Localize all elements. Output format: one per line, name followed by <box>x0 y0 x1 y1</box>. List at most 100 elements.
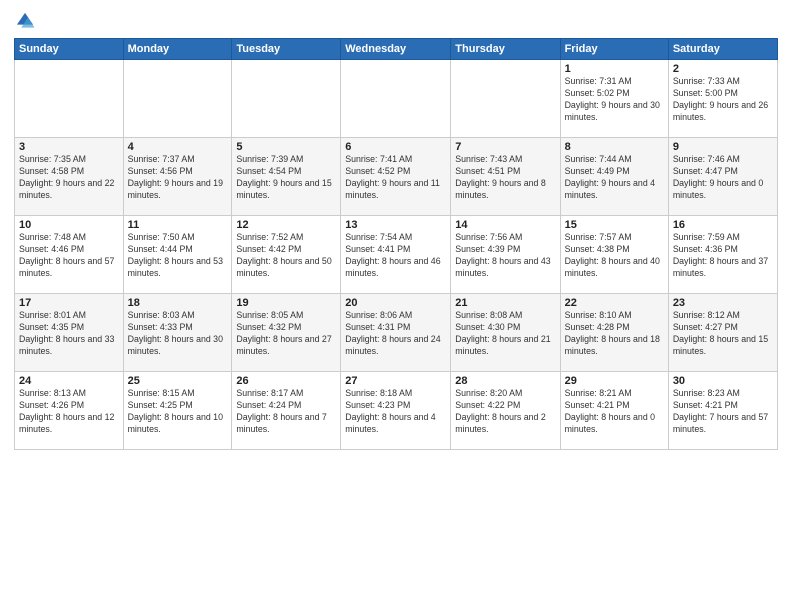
day-number: 20 <box>345 297 446 309</box>
day-number: 30 <box>673 375 773 387</box>
day-info: Sunrise: 7:59 AM Sunset: 4:36 PM Dayligh… <box>673 232 773 280</box>
calendar-cell <box>341 60 451 138</box>
day-info: Sunrise: 7:43 AM Sunset: 4:51 PM Dayligh… <box>455 154 555 202</box>
day-info: Sunrise: 7:35 AM Sunset: 4:58 PM Dayligh… <box>19 154 119 202</box>
calendar-cell: 6Sunrise: 7:41 AM Sunset: 4:52 PM Daylig… <box>341 138 451 216</box>
day-info: Sunrise: 7:52 AM Sunset: 4:42 PM Dayligh… <box>236 232 336 280</box>
header <box>14 10 778 32</box>
calendar-cell <box>232 60 341 138</box>
logo-icon <box>14 10 36 32</box>
day-info: Sunrise: 7:44 AM Sunset: 4:49 PM Dayligh… <box>565 154 664 202</box>
page: SundayMondayTuesdayWednesdayThursdayFrid… <box>0 0 792 612</box>
calendar-cell: 3Sunrise: 7:35 AM Sunset: 4:58 PM Daylig… <box>15 138 124 216</box>
calendar-cell: 23Sunrise: 8:12 AM Sunset: 4:27 PM Dayli… <box>668 294 777 372</box>
day-info: Sunrise: 8:03 AM Sunset: 4:33 PM Dayligh… <box>128 310 228 358</box>
calendar-cell <box>15 60 124 138</box>
day-info: Sunrise: 7:46 AM Sunset: 4:47 PM Dayligh… <box>673 154 773 202</box>
weekday-header: Friday <box>560 39 668 60</box>
day-number: 19 <box>236 297 336 309</box>
calendar-cell: 30Sunrise: 8:23 AM Sunset: 4:21 PM Dayli… <box>668 372 777 450</box>
calendar-cell: 25Sunrise: 8:15 AM Sunset: 4:25 PM Dayli… <box>123 372 232 450</box>
day-number: 23 <box>673 297 773 309</box>
day-number: 9 <box>673 141 773 153</box>
day-info: Sunrise: 8:21 AM Sunset: 4:21 PM Dayligh… <box>565 388 664 436</box>
day-number: 27 <box>345 375 446 387</box>
day-info: Sunrise: 8:13 AM Sunset: 4:26 PM Dayligh… <box>19 388 119 436</box>
calendar-cell: 29Sunrise: 8:21 AM Sunset: 4:21 PM Dayli… <box>560 372 668 450</box>
day-info: Sunrise: 8:18 AM Sunset: 4:23 PM Dayligh… <box>345 388 446 436</box>
day-number: 24 <box>19 375 119 387</box>
day-number: 29 <box>565 375 664 387</box>
day-number: 18 <box>128 297 228 309</box>
day-info: Sunrise: 8:12 AM Sunset: 4:27 PM Dayligh… <box>673 310 773 358</box>
day-number: 3 <box>19 141 119 153</box>
day-info: Sunrise: 7:37 AM Sunset: 4:56 PM Dayligh… <box>128 154 228 202</box>
day-number: 15 <box>565 219 664 231</box>
calendar-cell: 4Sunrise: 7:37 AM Sunset: 4:56 PM Daylig… <box>123 138 232 216</box>
calendar-cell: 9Sunrise: 7:46 AM Sunset: 4:47 PM Daylig… <box>668 138 777 216</box>
day-number: 11 <box>128 219 228 231</box>
day-number: 7 <box>455 141 555 153</box>
logo <box>14 10 38 32</box>
day-info: Sunrise: 8:17 AM Sunset: 4:24 PM Dayligh… <box>236 388 336 436</box>
day-number: 28 <box>455 375 555 387</box>
day-info: Sunrise: 8:08 AM Sunset: 4:30 PM Dayligh… <box>455 310 555 358</box>
day-info: Sunrise: 7:56 AM Sunset: 4:39 PM Dayligh… <box>455 232 555 280</box>
calendar-week-row: 24Sunrise: 8:13 AM Sunset: 4:26 PM Dayli… <box>15 372 778 450</box>
calendar-cell: 8Sunrise: 7:44 AM Sunset: 4:49 PM Daylig… <box>560 138 668 216</box>
calendar-cell: 26Sunrise: 8:17 AM Sunset: 4:24 PM Dayli… <box>232 372 341 450</box>
day-number: 13 <box>345 219 446 231</box>
calendar-cell: 10Sunrise: 7:48 AM Sunset: 4:46 PM Dayli… <box>15 216 124 294</box>
calendar-week-row: 1Sunrise: 7:31 AM Sunset: 5:02 PM Daylig… <box>15 60 778 138</box>
calendar-cell: 28Sunrise: 8:20 AM Sunset: 4:22 PM Dayli… <box>451 372 560 450</box>
day-info: Sunrise: 7:41 AM Sunset: 4:52 PM Dayligh… <box>345 154 446 202</box>
day-info: Sunrise: 7:54 AM Sunset: 4:41 PM Dayligh… <box>345 232 446 280</box>
calendar-cell: 22Sunrise: 8:10 AM Sunset: 4:28 PM Dayli… <box>560 294 668 372</box>
day-number: 8 <box>565 141 664 153</box>
calendar-cell: 14Sunrise: 7:56 AM Sunset: 4:39 PM Dayli… <box>451 216 560 294</box>
day-number: 17 <box>19 297 119 309</box>
weekday-header: Tuesday <box>232 39 341 60</box>
day-number: 22 <box>565 297 664 309</box>
calendar-cell: 16Sunrise: 7:59 AM Sunset: 4:36 PM Dayli… <box>668 216 777 294</box>
day-number: 16 <box>673 219 773 231</box>
calendar-cell: 17Sunrise: 8:01 AM Sunset: 4:35 PM Dayli… <box>15 294 124 372</box>
calendar-cell: 13Sunrise: 7:54 AM Sunset: 4:41 PM Dayli… <box>341 216 451 294</box>
day-number: 6 <box>345 141 446 153</box>
day-info: Sunrise: 7:33 AM Sunset: 5:00 PM Dayligh… <box>673 76 773 124</box>
calendar-cell: 18Sunrise: 8:03 AM Sunset: 4:33 PM Dayli… <box>123 294 232 372</box>
day-info: Sunrise: 7:31 AM Sunset: 5:02 PM Dayligh… <box>565 76 664 124</box>
calendar-header-row: SundayMondayTuesdayWednesdayThursdayFrid… <box>15 39 778 60</box>
calendar-cell <box>123 60 232 138</box>
calendar-cell: 15Sunrise: 7:57 AM Sunset: 4:38 PM Dayli… <box>560 216 668 294</box>
day-info: Sunrise: 8:01 AM Sunset: 4:35 PM Dayligh… <box>19 310 119 358</box>
day-info: Sunrise: 7:48 AM Sunset: 4:46 PM Dayligh… <box>19 232 119 280</box>
day-info: Sunrise: 8:15 AM Sunset: 4:25 PM Dayligh… <box>128 388 228 436</box>
day-info: Sunrise: 8:23 AM Sunset: 4:21 PM Dayligh… <box>673 388 773 436</box>
calendar-week-row: 10Sunrise: 7:48 AM Sunset: 4:46 PM Dayli… <box>15 216 778 294</box>
day-number: 5 <box>236 141 336 153</box>
weekday-header: Saturday <box>668 39 777 60</box>
day-info: Sunrise: 7:39 AM Sunset: 4:54 PM Dayligh… <box>236 154 336 202</box>
day-info: Sunrise: 8:20 AM Sunset: 4:22 PM Dayligh… <box>455 388 555 436</box>
calendar-cell: 7Sunrise: 7:43 AM Sunset: 4:51 PM Daylig… <box>451 138 560 216</box>
day-number: 2 <box>673 63 773 75</box>
calendar-cell: 11Sunrise: 7:50 AM Sunset: 4:44 PM Dayli… <box>123 216 232 294</box>
calendar-cell: 19Sunrise: 8:05 AM Sunset: 4:32 PM Dayli… <box>232 294 341 372</box>
day-info: Sunrise: 8:06 AM Sunset: 4:31 PM Dayligh… <box>345 310 446 358</box>
calendar-cell: 24Sunrise: 8:13 AM Sunset: 4:26 PM Dayli… <box>15 372 124 450</box>
day-number: 26 <box>236 375 336 387</box>
day-number: 21 <box>455 297 555 309</box>
day-number: 1 <box>565 63 664 75</box>
day-info: Sunrise: 7:50 AM Sunset: 4:44 PM Dayligh… <box>128 232 228 280</box>
day-number: 10 <box>19 219 119 231</box>
calendar-week-row: 17Sunrise: 8:01 AM Sunset: 4:35 PM Dayli… <box>15 294 778 372</box>
calendar-cell <box>451 60 560 138</box>
weekday-header: Monday <box>123 39 232 60</box>
calendar-cell: 5Sunrise: 7:39 AM Sunset: 4:54 PM Daylig… <box>232 138 341 216</box>
calendar-cell: 20Sunrise: 8:06 AM Sunset: 4:31 PM Dayli… <box>341 294 451 372</box>
day-number: 4 <box>128 141 228 153</box>
weekday-header: Sunday <box>15 39 124 60</box>
day-number: 25 <box>128 375 228 387</box>
day-number: 14 <box>455 219 555 231</box>
